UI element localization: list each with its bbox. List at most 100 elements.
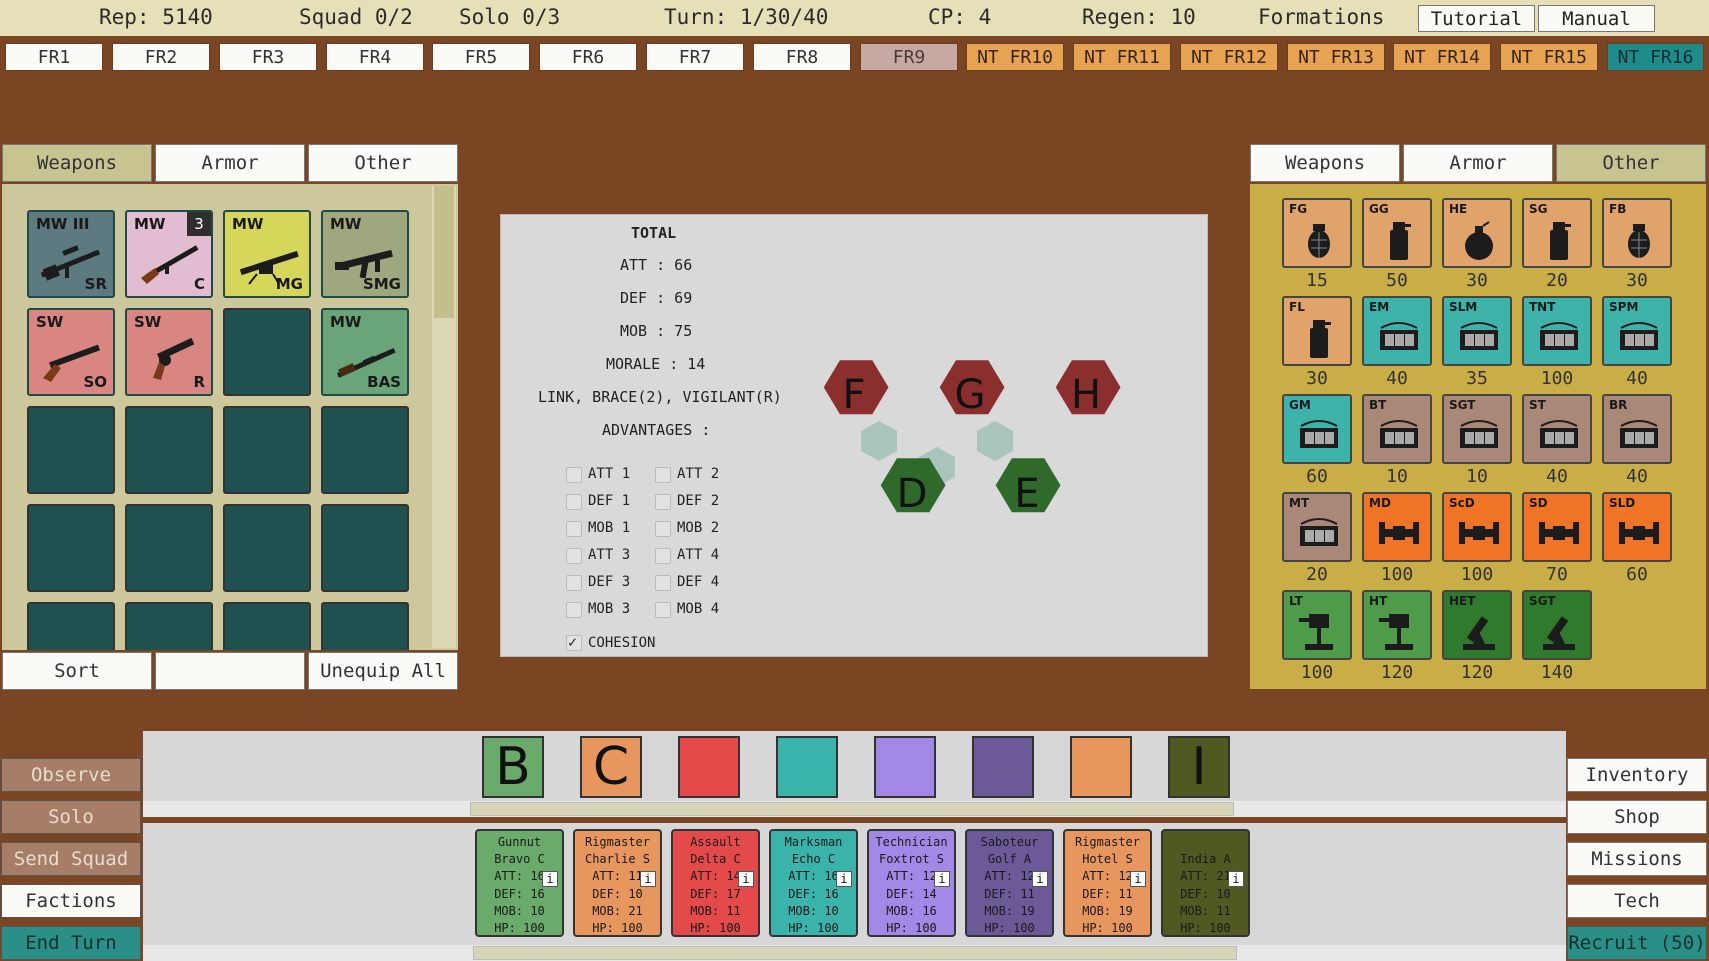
item-slot-br[interactable]: BR <box>1602 394 1672 464</box>
checkbox-def-4[interactable] <box>655 575 671 591</box>
formation-button-4[interactable]: FR4 <box>326 43 424 71</box>
info-icon[interactable]: i <box>640 871 656 887</box>
sort-button[interactable]: Sort <box>2 652 152 690</box>
formation-button-12[interactable]: NT FR12 <box>1180 43 1278 71</box>
solo-button[interactable]: Solo <box>1 800 141 834</box>
item-slot-sld[interactable]: SLD <box>1602 492 1672 562</box>
shop-button[interactable]: Shop <box>1567 800 1707 834</box>
item-slot-scd[interactable]: ScD <box>1442 492 1512 562</box>
empty-slot[interactable] <box>321 504 409 592</box>
info-icon[interactable]: i <box>1228 871 1244 887</box>
item-slot-slm[interactable]: SLM <box>1442 296 1512 366</box>
item-slot-fb[interactable]: FB <box>1602 198 1672 268</box>
empty-slot[interactable] <box>27 406 115 494</box>
formation-button-13[interactable]: NT FR13 <box>1287 43 1385 71</box>
recruit-button[interactable]: Recruit (50) <box>1567 926 1707 960</box>
formation-button-16[interactable]: NT FR16 <box>1607 43 1704 71</box>
weapon-slot-bas[interactable]: MW BAS <box>321 308 409 396</box>
left-tab-armor[interactable]: Armor <box>155 144 305 182</box>
formation-button-10[interactable]: NT FR10 <box>966 43 1064 71</box>
checkbox-att-1[interactable] <box>566 467 582 483</box>
squad-slot-7[interactable] <box>1070 736 1132 798</box>
formation-button-7[interactable]: FR7 <box>646 43 744 71</box>
formation-button-2[interactable]: FR2 <box>112 43 210 71</box>
left-tab-other[interactable]: Other <box>308 144 458 182</box>
roster-card[interactable]: Rigmaster Charlie S ATT: 11 DEF: 10 MOB: 21 H… <box>573 829 662 937</box>
formation-button-15[interactable]: NT FR15 <box>1500 43 1598 71</box>
right-tab-weapons[interactable]: Weapons <box>1250 144 1400 182</box>
roster-card[interactable]: Gunnut Bravo C ATT: 16 DEF: 16 MOB: 10 HP: 10… <box>475 829 564 937</box>
hex-h[interactable]: H <box>1055 360 1121 418</box>
item-slot-tnt[interactable]: TNT <box>1522 296 1592 366</box>
empty-slot[interactable] <box>125 602 213 650</box>
empty-slot[interactable] <box>223 308 311 396</box>
weapon-slot-so[interactable]: SW SO <box>27 308 115 396</box>
empty-slot[interactable] <box>27 504 115 592</box>
squad-slot-8[interactable]: I <box>1168 736 1230 798</box>
checkbox-att-3[interactable] <box>566 548 582 564</box>
checkbox-mob-4[interactable] <box>655 602 671 618</box>
left-tab-weapons[interactable]: Weapons <box>2 144 152 182</box>
cohesion-checkbox[interactable] <box>566 633 582 651</box>
checkbox-mob-2[interactable] <box>655 521 671 537</box>
info-icon[interactable]: i <box>1130 871 1146 887</box>
tutorial-button[interactable]: Tutorial <box>1418 5 1535 32</box>
item-slot-bt[interactable]: BT <box>1362 394 1432 464</box>
weapon-slot-c[interactable]: MW C 3 <box>125 210 213 298</box>
checkbox-def-2[interactable] <box>655 494 671 510</box>
item-slot-sg[interactable]: SG <box>1522 198 1592 268</box>
unequip-all-button[interactable]: Unequip All <box>308 652 458 690</box>
item-slot-em[interactable]: EM <box>1362 296 1432 366</box>
roster-card[interactable]: Assault Delta C ATT: 14 DEF: 17 MOB: 11 HP: 1… <box>671 829 760 937</box>
info-icon[interactable]: i <box>542 871 558 887</box>
weapon-slot-mg[interactable]: MW MG <box>223 210 311 298</box>
info-icon[interactable]: i <box>934 871 950 887</box>
empty-slot[interactable] <box>223 406 311 494</box>
item-slot-gm[interactable]: GM <box>1282 394 1352 464</box>
info-icon[interactable]: i <box>836 871 852 887</box>
item-slot-mt[interactable]: MT <box>1282 492 1352 562</box>
item-slot-sd[interactable]: SD <box>1522 492 1592 562</box>
squad-slot-4[interactable] <box>776 736 838 798</box>
formation-button-11[interactable]: NT FR11 <box>1073 43 1171 71</box>
checkbox-mob-3[interactable] <box>566 602 582 618</box>
item-slot-fg[interactable]: FG <box>1282 198 1352 268</box>
squad-slot-2[interactable]: C <box>580 736 642 798</box>
formation-button-9[interactable]: FR9 <box>860 43 958 71</box>
empty-slot[interactable] <box>27 602 115 650</box>
weapon-slot-r[interactable]: SW R <box>125 308 213 396</box>
roster-card[interactable]: Technician Foxtrot S ATT: 12 DEF: 14 MOB: 16… <box>867 829 956 937</box>
weapon-slot-smg[interactable]: MW SMG <box>321 210 409 298</box>
item-slot-fl[interactable]: FL <box>1282 296 1352 366</box>
hex-e[interactable]: E <box>995 458 1061 517</box>
squad-slot-1[interactable]: B <box>482 736 544 798</box>
empty-slot[interactable] <box>125 406 213 494</box>
roster-card[interactable]: Saboteur Golf A ATT: 12 DEF: 11 MOB: 19 HP: 1… <box>965 829 1054 937</box>
item-slot-he[interactable]: HE <box>1442 198 1512 268</box>
empty-slot[interactable] <box>223 602 311 650</box>
inventory-button[interactable]: Inventory <box>1567 758 1707 792</box>
formation-button-3[interactable]: FR3 <box>219 43 317 71</box>
formation-button-8[interactable]: FR8 <box>753 43 851 71</box>
missions-button[interactable]: Missions <box>1567 842 1707 876</box>
item-slot-md[interactable]: MD <box>1362 492 1432 562</box>
empty-slot[interactable] <box>125 504 213 592</box>
info-icon[interactable]: i <box>1032 871 1048 887</box>
item-slot-spm[interactable]: SPM <box>1602 296 1672 366</box>
roster-card[interactable]: Rigmaster Hotel S ATT: 12 DEF: 11 MOB: 19 HP:… <box>1063 829 1152 937</box>
squad-slot-6[interactable] <box>972 736 1034 798</box>
checkbox-att-2[interactable] <box>655 467 671 483</box>
formation-button-1[interactable]: FR1 <box>5 43 103 71</box>
info-icon[interactable]: i <box>738 871 754 887</box>
item-slot-lt[interactable]: LT <box>1282 590 1352 660</box>
roster-card[interactable]: Marksman Echo C ATT: 16 DEF: 16 MOB: 10 HP: 1… <box>769 829 858 937</box>
checkbox-def-3[interactable] <box>566 575 582 591</box>
item-slot-ht[interactable]: HT <box>1362 590 1432 660</box>
empty-slot[interactable] <box>321 602 409 650</box>
formation-button-14[interactable]: NT FR14 <box>1393 43 1491 71</box>
hex-g[interactable]: G <box>939 360 1005 418</box>
weapon-slot-sr[interactable]: MW III SR <box>27 210 115 298</box>
right-tab-other[interactable]: Other <box>1556 144 1706 182</box>
checkbox-def-1[interactable] <box>566 494 582 510</box>
item-slot-het[interactable]: HET <box>1442 590 1512 660</box>
